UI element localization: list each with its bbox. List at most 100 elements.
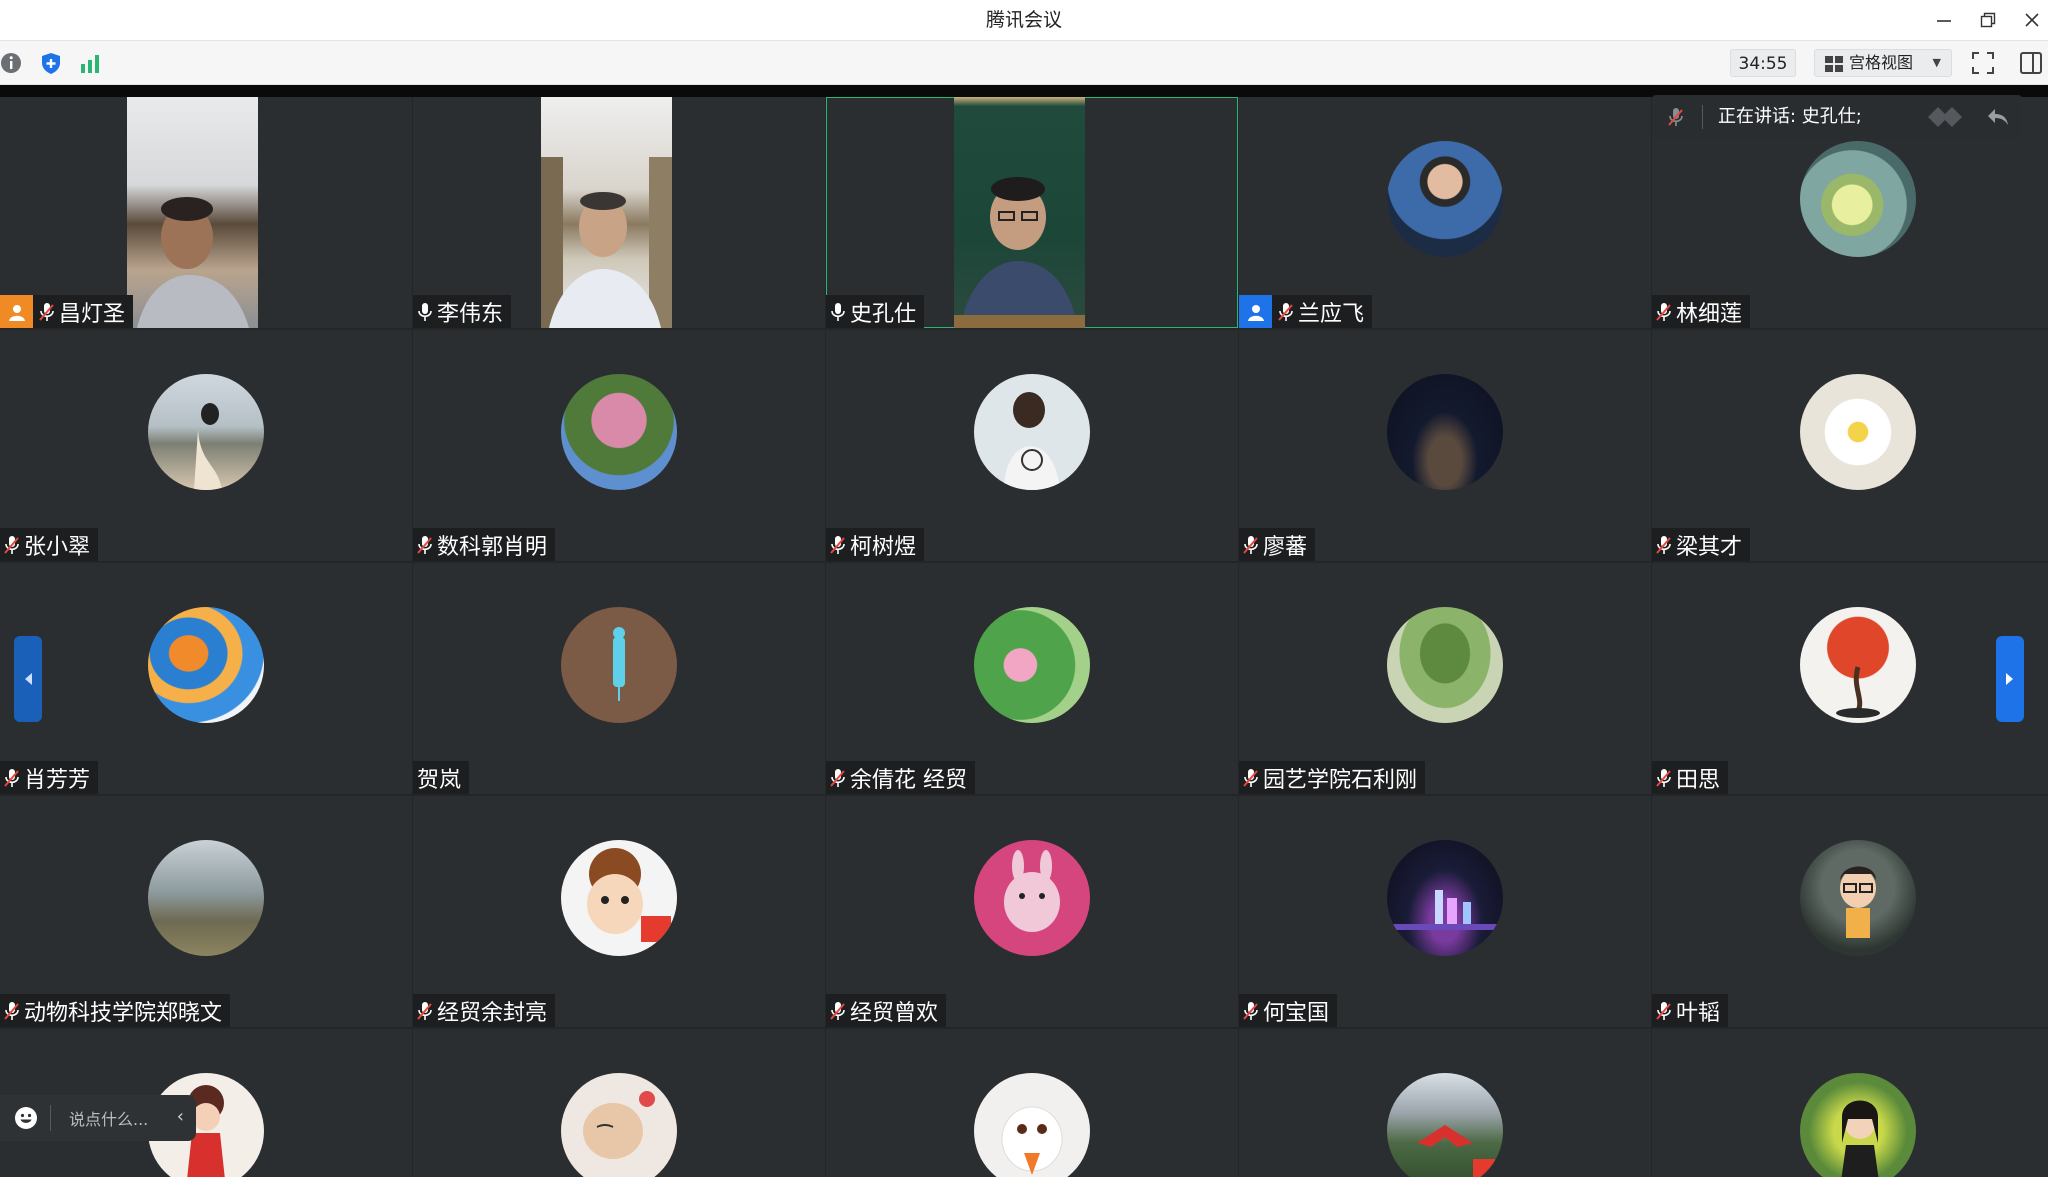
participant-avatar — [1800, 374, 1916, 490]
view-mode-label: 宫格视图 — [1849, 53, 1914, 72]
chevron-left-icon[interactable]: ‹ — [177, 1106, 184, 1127]
participant-name-tag: 余倩花 经贸 — [826, 761, 975, 794]
minimize-button[interactable] — [1922, 0, 1966, 40]
avatar-image — [194, 403, 222, 490]
avatar-image — [613, 627, 625, 701]
participant-name-tag: 昌灯圣 — [0, 295, 134, 328]
mic-muted-icon — [1243, 535, 1258, 554]
mic-muted-icon — [830, 535, 845, 554]
participant-avatar — [561, 1073, 677, 1177]
participant-name-tag: 经贸曾欢 — [826, 994, 947, 1027]
participant-tile[interactable]: 余倩花 经贸 — [826, 563, 1238, 794]
person-video-frame — [954, 177, 1085, 328]
user-icon — [1247, 304, 1264, 321]
meeting-timer: 34:55 — [1730, 49, 1796, 77]
participant-avatar — [561, 607, 677, 723]
participant-tile[interactable]: 园艺学院石利刚 — [1239, 563, 1651, 794]
arrow-left-icon — [25, 673, 32, 685]
participant-name-tag: 肖芳芳 — [0, 761, 99, 794]
participant-avatar — [561, 374, 677, 490]
participant-grid: 昌灯圣 李伟东 史孔仕 兰应飞 林细莲 张小翠 数科郭肖明 柯树煜 廖蕃 梁其才… — [0, 97, 2048, 1177]
participant-avatar — [1800, 1073, 1916, 1177]
participant-name-tag: 兰应飞 — [1239, 295, 1373, 328]
participant-name: 李伟东 — [437, 301, 504, 327]
participant-name-tag: 经贸余封亮 — [413, 994, 556, 1027]
network-status-button[interactable] — [78, 51, 102, 75]
participant-name: 张小翠 — [24, 534, 91, 560]
window-title: 腾讯会议 — [985, 9, 1062, 31]
participant-name-tag: 叶韬 — [1652, 994, 1729, 1027]
mic-muted-icon — [1656, 768, 1671, 787]
participant-avatar — [974, 607, 1090, 723]
mic-muted-icon — [830, 1001, 845, 1020]
participant-tile-active-speaker[interactable]: 史孔仕 — [826, 97, 1238, 328]
participant-name-tag: 廖蕃 — [1239, 528, 1316, 561]
restore-button[interactable] — [1966, 0, 2010, 40]
participant-name-tag: 梁其才 — [1652, 528, 1751, 561]
participant-video — [127, 97, 258, 328]
side-panel-button[interactable] — [2018, 50, 2044, 76]
participant-tile[interactable]: 经贸曾欢 — [826, 796, 1238, 1027]
participant-name: 昌灯圣 — [59, 301, 126, 327]
participant-name-tag: 园艺学院石利刚 — [1239, 761, 1426, 794]
participant-tile[interactable] — [1652, 1029, 2048, 1177]
participant-name-tag: 贺岚 — [413, 761, 470, 794]
view-mode-dropdown[interactable]: 宫格视图 ▼ — [1814, 49, 1952, 77]
participant-tile[interactable]: 柯树煜 — [826, 330, 1238, 561]
participant-tile[interactable]: 李伟东 — [413, 97, 825, 328]
mic-muted-icon — [1243, 768, 1258, 787]
avatar-image — [1004, 850, 1060, 932]
participant-avatar — [148, 840, 264, 956]
participant-avatar — [1387, 1073, 1503, 1177]
participant-tile[interactable] — [826, 1029, 1238, 1177]
close-button[interactable] — [2010, 0, 2048, 40]
participant-tile[interactable]: 贺岚 — [413, 563, 825, 794]
avatar-image — [583, 1091, 655, 1159]
prev-page-button[interactable] — [14, 636, 42, 722]
chat-placeholder[interactable]: 说点什么... — [69, 1106, 148, 1130]
participant-tile[interactable]: 张小翠 — [0, 330, 412, 561]
mic-muted-icon — [830, 768, 845, 787]
participant-tile[interactable] — [1239, 1029, 1651, 1177]
undo-icon[interactable] — [1986, 107, 2010, 127]
participant-tile[interactable]: 经贸余封亮 — [413, 796, 825, 1027]
mic-icon — [831, 302, 845, 321]
participant-name-tag: 柯树煜 — [826, 528, 925, 561]
security-button[interactable] — [39, 51, 63, 75]
participant-tile[interactable]: 叶韬 — [1652, 796, 2048, 1027]
participant-avatar — [1387, 607, 1503, 723]
participant-tile[interactable] — [413, 1029, 825, 1177]
shield-icon — [42, 53, 60, 74]
divider — [50, 1105, 51, 1131]
avatar-image — [1004, 392, 1060, 490]
mic-muted-icon — [4, 1001, 19, 1020]
participant-tile[interactable]: 动物科技学院郑晓文 — [0, 796, 412, 1027]
mic-icon — [418, 302, 432, 321]
chat-input-bar[interactable]: 说点什么... ‹ — [0, 1095, 196, 1141]
fullscreen-button[interactable] — [1970, 50, 1996, 76]
participant-name-tag: 张小翠 — [0, 528, 99, 561]
participant-tile[interactable]: 数科郭肖明 — [413, 330, 825, 561]
avatar-image — [1001, 1106, 1063, 1175]
mic-muted-icon — [1656, 535, 1671, 554]
participant-tile[interactable]: 田思 — [1652, 563, 2048, 794]
participant-tile[interactable]: 肖芳芳 — [0, 563, 412, 794]
speaking-indicator: 正在讲话: 史孔仕; — [1652, 95, 2022, 139]
next-page-button[interactable] — [1996, 636, 2024, 722]
emoji-icon[interactable] — [14, 1106, 38, 1130]
participant-tile[interactable]: 兰应飞 — [1239, 97, 1651, 328]
participant-name: 肖芳芳 — [24, 767, 91, 793]
participant-name: 经贸余封亮 — [437, 1000, 548, 1026]
info-button[interactable] — [0, 51, 24, 75]
mic-muted-icon — [1656, 1001, 1671, 1020]
participant-tile[interactable]: 何宝国 — [1239, 796, 1651, 1027]
title-bar: 腾讯会议 — [0, 0, 2048, 40]
participant-tile[interactable]: 廖蕃 — [1239, 330, 1651, 561]
participant-avatar — [1800, 607, 1916, 723]
participant-tile[interactable]: 昌灯圣 — [0, 97, 412, 328]
participant-tile[interactable]: 梁其才 — [1652, 330, 2048, 561]
participant-name: 田思 — [1676, 767, 1721, 793]
participant-name-tag: 田思 — [1652, 761, 1729, 794]
participant-avatar — [974, 840, 1090, 956]
participant-name: 数科郭肖明 — [437, 534, 548, 560]
